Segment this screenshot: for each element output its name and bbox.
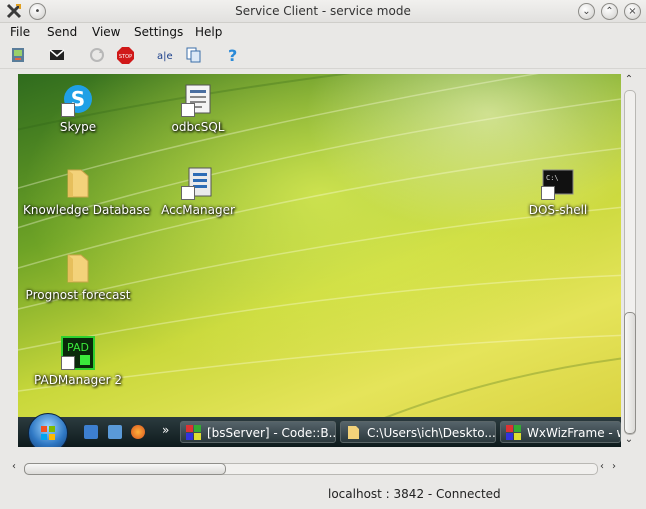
title-bar: • Service Client - service mode ⌄ ⌃ × bbox=[0, 0, 646, 23]
codeblocks-icon bbox=[186, 425, 201, 440]
skype-icon: S bbox=[61, 83, 95, 117]
help-button[interactable]: ? bbox=[224, 46, 242, 64]
folder-icon bbox=[61, 166, 95, 200]
remote-taskbar: » [bsServer] - Code::B... C:\Users\ich\D… bbox=[18, 413, 621, 447]
shortcut-arrow-icon bbox=[541, 186, 555, 200]
desktop-icon-accmanager[interactable]: AccManager bbox=[143, 166, 253, 217]
copy-button[interactable] bbox=[184, 46, 202, 64]
shortcut-arrow-icon bbox=[181, 103, 195, 117]
desktop-icon-prognost-forecast[interactable]: Prognost forecast bbox=[23, 251, 133, 302]
svg-text:STOP: STOP bbox=[118, 54, 131, 60]
copy-icon bbox=[186, 47, 201, 63]
taskbar-task-wxwizframe[interactable]: WxWizFrame - w bbox=[500, 421, 621, 443]
show-desktop-icon[interactable] bbox=[84, 425, 98, 439]
desktop-icon-label: AccManager bbox=[161, 203, 235, 217]
stop-button[interactable]: STOP bbox=[116, 46, 134, 64]
close-button[interactable]: × bbox=[624, 3, 641, 20]
text-icon: a|e bbox=[157, 51, 173, 62]
text-button[interactable]: a|e bbox=[156, 46, 174, 64]
pad-icon-text: PAD bbox=[67, 341, 89, 354]
document-icon bbox=[181, 83, 215, 117]
svg-text:a|e: a|e bbox=[157, 51, 173, 62]
menu-view[interactable]: View bbox=[92, 25, 120, 39]
maximize-button[interactable]: ⌃ bbox=[601, 3, 618, 20]
help-icon: ? bbox=[228, 46, 237, 64]
shortcut-arrow-icon bbox=[61, 356, 75, 370]
connect-button[interactable] bbox=[9, 46, 27, 64]
firefox-icon[interactable] bbox=[131, 425, 145, 439]
start-button[interactable] bbox=[28, 413, 68, 447]
switch-windows-icon[interactable] bbox=[108, 425, 122, 439]
desktop-icon-skype[interactable]: S Skype bbox=[23, 83, 133, 134]
desktop-icon-label: PADManager 2 bbox=[34, 373, 122, 387]
scroll-down-icon[interactable]: ⌄ bbox=[623, 434, 635, 445]
taskbar-task-codeblocks[interactable]: [bsServer] - Code::B... bbox=[180, 421, 336, 443]
horizontal-scroll-thumb[interactable] bbox=[24, 463, 226, 475]
menu-settings[interactable]: Settings bbox=[134, 25, 183, 39]
task-label: WxWizFrame - w bbox=[527, 426, 621, 440]
wxwidgets-icon bbox=[506, 425, 521, 440]
scroll-up-icon[interactable]: ⌃ bbox=[623, 74, 635, 85]
desktop-icon-dos-shell[interactable]: C:\ DOS-shell bbox=[503, 166, 613, 217]
scroll-left-end-icon[interactable]: ‹ bbox=[596, 461, 608, 472]
task-label: C:\Users\ich\Deskto... bbox=[367, 426, 496, 440]
remote-desktop-view[interactable]: S Skype odbcSQL Knowledge Database AccMa… bbox=[18, 74, 621, 447]
menu-help[interactable]: Help bbox=[195, 25, 222, 39]
stop-icon: STOP bbox=[116, 46, 134, 64]
svg-text:?: ? bbox=[228, 46, 237, 64]
desktop-icon-knowledge-database[interactable]: Knowledge Database bbox=[23, 166, 151, 217]
menu-send[interactable]: Send bbox=[47, 25, 77, 39]
desktop-icon-label: Knowledge Database bbox=[23, 203, 151, 217]
taskbar-task-explorer[interactable]: C:\Users\ich\Deskto... bbox=[340, 421, 496, 443]
task-label: [bsServer] - Code::B... bbox=[207, 426, 336, 440]
desktop-icon-label: Prognost forecast bbox=[25, 288, 131, 302]
desktop-icon-padmanager[interactable]: PAD PADManager 2 bbox=[23, 336, 133, 387]
window-title: Service Client - service mode bbox=[235, 4, 411, 18]
message-icon bbox=[49, 49, 65, 60]
pad-icon: PAD bbox=[61, 336, 95, 370]
taskbar-overflow-icon[interactable]: » bbox=[162, 423, 169, 437]
desktop-icon-label: odbcSQL bbox=[171, 120, 225, 134]
menu-bar: File Send View Settings Help bbox=[0, 22, 646, 42]
desktop-icon-odbcsql[interactable]: odbcSQL bbox=[143, 83, 253, 134]
folder-icon bbox=[61, 251, 95, 285]
console-icon-text: C:\ bbox=[546, 174, 559, 182]
console-icon: C:\ bbox=[541, 166, 575, 200]
windows-logo-icon bbox=[41, 426, 55, 440]
app-icon bbox=[181, 166, 215, 200]
toolbar: STOP a|e ? bbox=[0, 42, 646, 69]
connect-icon bbox=[12, 48, 24, 62]
refresh-button[interactable] bbox=[88, 46, 106, 64]
vertical-scroll-thumb[interactable] bbox=[624, 312, 636, 434]
desktop-icon-label: Skype bbox=[59, 120, 97, 134]
connection-status: localhost : 3842 - Connected bbox=[328, 487, 501, 501]
message-button[interactable] bbox=[48, 46, 66, 64]
folder-icon bbox=[348, 426, 359, 439]
desktop-icon-label: DOS-shell bbox=[528, 203, 588, 217]
minimize-button[interactable]: ⌄ bbox=[578, 3, 595, 20]
horizontal-scrollbar[interactable]: ‹ ‹ › bbox=[8, 460, 620, 476]
refresh-icon bbox=[90, 48, 104, 62]
vertical-scrollbar[interactable]: ⌃ ⌄ bbox=[621, 74, 637, 447]
status-bar: localhost : 3842 - Connected bbox=[0, 484, 646, 504]
scroll-left-icon[interactable]: ‹ bbox=[8, 461, 20, 472]
shortcut-arrow-icon bbox=[181, 186, 195, 200]
shortcut-arrow-icon bbox=[61, 103, 75, 117]
scroll-right-icon[interactable]: › bbox=[608, 461, 620, 472]
menu-file[interactable]: File bbox=[10, 25, 30, 39]
